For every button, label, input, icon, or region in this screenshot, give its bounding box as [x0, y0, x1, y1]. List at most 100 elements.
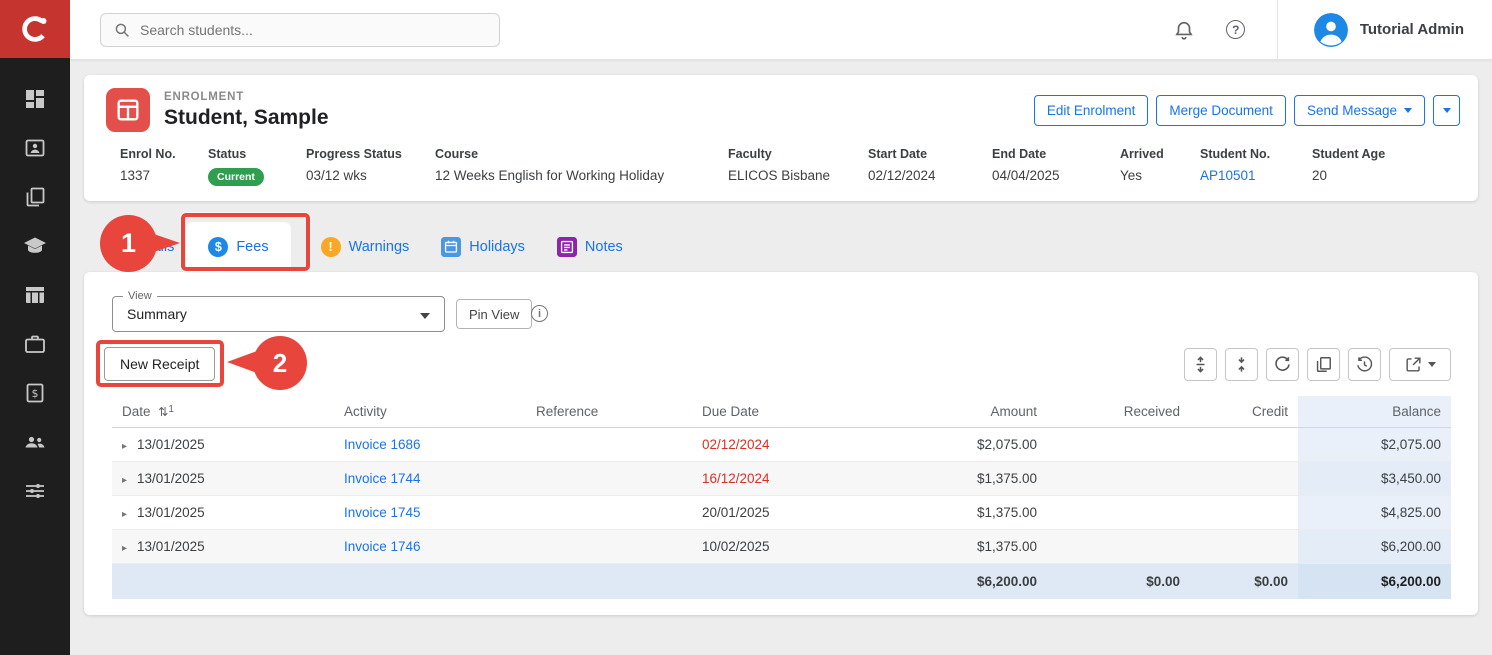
collapse-rows-button[interactable]	[1225, 348, 1258, 381]
column-header-reference[interactable]: Reference	[526, 396, 692, 428]
table-row[interactable]: ▸13/01/2025 Invoice 1746 10/02/2025 $1,3…	[112, 530, 1451, 564]
sidebar-item-settings[interactable]	[15, 479, 55, 503]
date-value: 13/01/2025	[137, 539, 205, 554]
logo-icon	[18, 12, 52, 46]
sidebar-item-tables[interactable]	[15, 283, 55, 307]
sidebar-item-contacts[interactable]	[15, 136, 55, 160]
row-expander-icon[interactable]: ▸	[122, 441, 127, 452]
tab-holidays[interactable]: Holidays	[425, 222, 541, 272]
field-label: End Date	[992, 147, 1120, 161]
field-start-date: Start Date 02/12/2024	[868, 147, 992, 186]
field-faculty: Faculty ELICOS Bisbane	[728, 147, 868, 186]
user-avatar[interactable]	[1314, 13, 1348, 47]
sidebar-nav: $	[0, 58, 70, 503]
field-value: 02/12/2024	[868, 168, 992, 183]
sidebar: $	[0, 0, 70, 655]
totals-amount: $6,200.00	[862, 564, 1047, 600]
invoice-link[interactable]: Invoice 1686	[344, 437, 421, 452]
column-header-activity[interactable]: Activity	[334, 396, 526, 428]
export-button[interactable]	[1389, 348, 1451, 381]
edit-enrolment-button[interactable]: Edit Enrolment	[1034, 95, 1149, 126]
reference-cell	[526, 428, 692, 462]
history-button[interactable]	[1348, 348, 1381, 381]
refresh-button[interactable]	[1266, 348, 1299, 381]
date-value: 13/01/2025	[137, 471, 205, 486]
row-expander-icon[interactable]: ▸	[122, 509, 127, 520]
field-label: Start Date	[868, 147, 992, 161]
expand-rows-button[interactable]	[1184, 348, 1217, 381]
column-header-due-date[interactable]: Due Date	[692, 396, 862, 428]
table-row[interactable]: ▸13/01/2025 Invoice 1744 16/12/2024 $1,3…	[112, 462, 1451, 496]
view-select[interactable]: View Summary	[112, 296, 445, 332]
enrolment-titles: ENROLMENT Student, Sample	[164, 91, 329, 130]
row-expander-icon[interactable]: ▸	[122, 543, 127, 554]
notifications-button[interactable]	[1171, 17, 1197, 43]
send-message-label: Send Message	[1307, 103, 1397, 118]
field-label: Arrived	[1120, 147, 1200, 161]
topbar: ? Tutorial Admin	[70, 0, 1492, 60]
fees-panel: View Summary Pin View i New Receipt	[84, 272, 1478, 615]
duplicate-button[interactable]	[1307, 348, 1340, 381]
column-header-received[interactable]: Received	[1047, 396, 1190, 428]
search-input[interactable]	[140, 22, 487, 38]
sidebar-item-dashboard[interactable]	[15, 87, 55, 111]
invoice-link[interactable]: Invoice 1746	[344, 539, 421, 554]
column-header-balance[interactable]: Balance	[1298, 396, 1451, 428]
field-course: Course 12 Weeks English for Working Holi…	[435, 147, 728, 186]
field-progress-status: Progress Status 03/12 wks	[306, 147, 435, 186]
send-message-button[interactable]: Send Message	[1294, 95, 1425, 126]
tab-warnings[interactable]: ! Warnings	[305, 222, 426, 272]
activity-cell: Invoice 1686	[334, 428, 526, 462]
field-status: Status Current	[208, 147, 306, 186]
bell-icon	[1173, 19, 1195, 41]
student-search[interactable]	[100, 13, 500, 47]
sidebar-item-invoice[interactable]: $	[15, 381, 55, 405]
student-no-link[interactable]: AP10501	[1200, 168, 1256, 183]
field-arrived: Arrived Yes	[1120, 147, 1200, 186]
sidebar-item-documents[interactable]	[15, 185, 55, 209]
user-name[interactable]: Tutorial Admin	[1360, 21, 1464, 38]
sidebar-item-people[interactable]	[15, 430, 55, 454]
row-expander-icon[interactable]: ▸	[122, 475, 127, 486]
field-value: 04/04/2025	[992, 168, 1120, 183]
activity-cell: Invoice 1746	[334, 530, 526, 564]
merge-document-label: Merge Document	[1169, 103, 1273, 118]
table-header-row: Date ⇅1 Activity Reference Due Date Amou…	[112, 396, 1451, 428]
expand-rows-icon	[1191, 355, 1210, 374]
warning-icon: !	[321, 237, 341, 257]
enrolment-header-top: ENROLMENT Student, Sample Edit Enrolment…	[84, 75, 1478, 132]
reference-cell	[526, 530, 692, 564]
graduation-cap-icon	[23, 234, 47, 258]
annotation-step2-badge: 2	[253, 336, 307, 390]
tab-notes[interactable]: Notes	[541, 222, 639, 272]
view-select-label: View	[123, 290, 157, 302]
refresh-icon	[1273, 355, 1292, 374]
dashboard-icon	[23, 87, 47, 111]
sidebar-item-briefcase[interactable]	[15, 332, 55, 356]
sort-icon: ⇅1	[158, 405, 174, 419]
column-header-date[interactable]: Date ⇅1	[112, 396, 334, 428]
info-icon[interactable]: i	[531, 305, 548, 322]
column-header-amount[interactable]: Amount	[862, 396, 1047, 428]
invoice-link[interactable]: Invoice 1745	[344, 505, 421, 520]
invoice-link[interactable]: Invoice 1744	[344, 471, 421, 486]
documents-icon	[23, 185, 47, 209]
topbar-divider	[1277, 0, 1278, 60]
column-header-credit[interactable]: Credit	[1190, 396, 1298, 428]
credit-cell	[1190, 462, 1298, 496]
more-actions-button[interactable]	[1433, 95, 1460, 126]
help-icon: ?	[1226, 20, 1245, 39]
sliders-icon	[23, 479, 47, 503]
collapse-rows-icon	[1232, 355, 1251, 374]
sidebar-item-education[interactable]	[15, 234, 55, 258]
pin-view-button[interactable]: Pin View	[456, 299, 532, 329]
table-row[interactable]: ▸13/01/2025 Invoice 1686 02/12/2024 $2,0…	[112, 428, 1451, 462]
status-badge: Current	[208, 168, 264, 186]
reference-cell	[526, 462, 692, 496]
app-logo[interactable]	[0, 0, 70, 58]
date-value: 13/01/2025	[137, 437, 205, 452]
help-button[interactable]: ?	[1223, 17, 1249, 43]
enrolment-icon	[106, 88, 150, 132]
table-row[interactable]: ▸13/01/2025 Invoice 1745 20/01/2025 $1,3…	[112, 496, 1451, 530]
merge-document-button[interactable]: Merge Document	[1156, 95, 1286, 126]
